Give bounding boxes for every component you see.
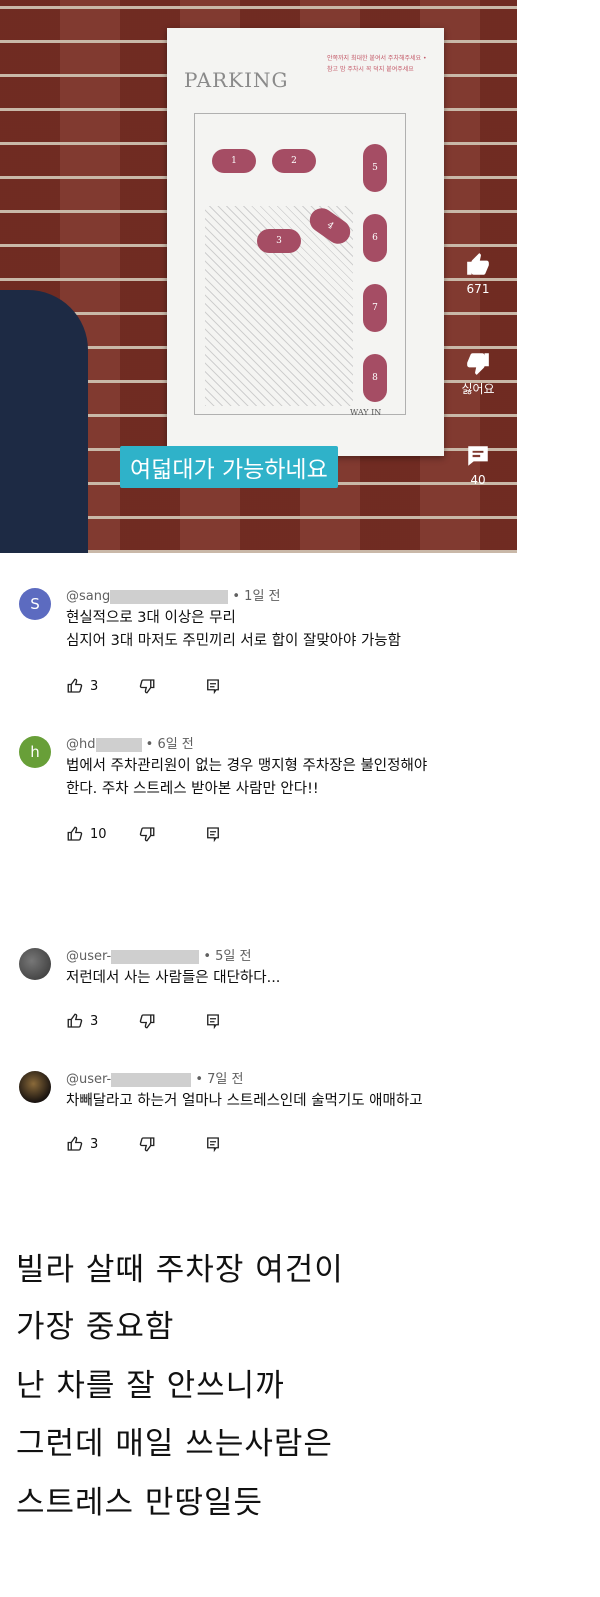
parking-car-6: 6 bbox=[363, 214, 387, 262]
like-button[interactable]: 671 bbox=[455, 252, 501, 296]
poster-title: PARKING bbox=[184, 68, 289, 92]
reply-icon bbox=[207, 827, 219, 843]
comment-text: 현실적으로 3대 이상은 무리 심지어 3대 마저도 주민끼리 서로 합이 잘맞… bbox=[66, 607, 401, 653]
thumbs-up-outline-icon bbox=[67, 1013, 83, 1028]
avatar[interactable]: h bbox=[19, 736, 51, 768]
redacted-handle bbox=[111, 1072, 192, 1087]
comment-dislike-button[interactable] bbox=[138, 677, 156, 695]
parking-car-1: 1 bbox=[212, 149, 256, 173]
post-text-line: 가장 중요함 bbox=[16, 1309, 175, 1345]
thumbs-down-outline-icon bbox=[139, 1137, 155, 1152]
comment-line: 저런데서 사는 사람들은 대단하다... bbox=[66, 970, 281, 986]
comment-dislike-button[interactable] bbox=[138, 1135, 156, 1153]
reply-icon bbox=[207, 1137, 219, 1153]
parking-car-5: 5 bbox=[363, 144, 387, 192]
post-text-line: 빌라 살때 주차장 여건이 bbox=[16, 1252, 344, 1288]
comment-reply-button[interactable] bbox=[204, 1012, 222, 1030]
comment-time: • 5일 전 bbox=[203, 949, 252, 964]
reply-icon bbox=[207, 1014, 219, 1030]
redacted-handle bbox=[95, 737, 142, 752]
avatar[interactable] bbox=[19, 948, 51, 980]
thumbs-up-outline-icon bbox=[67, 826, 83, 841]
comment-text: 차빼달라고 하는거 얼마나 스트레스인데 술먹기도 애매하고 bbox=[66, 1090, 423, 1113]
comment-like-button[interactable]: 10 bbox=[66, 825, 107, 843]
thumbs-down-outline-icon bbox=[139, 1014, 155, 1029]
parking-car-7: 7 bbox=[363, 284, 387, 332]
redacted-handle bbox=[111, 949, 200, 964]
like-count: 3 bbox=[90, 1136, 99, 1152]
thumbs-down-icon bbox=[467, 353, 489, 375]
parking-poster: PARKING 안쪽까지 최대한 붙여서 주차해주세요 •참고 밤 주차시 꼭 … bbox=[167, 28, 444, 456]
comment-time: • 1일 전 bbox=[232, 589, 281, 604]
comments-button[interactable]: 40 bbox=[455, 443, 501, 487]
comment-meta: @hd • 6일 전 bbox=[66, 733, 194, 752]
comment-reply-button[interactable] bbox=[204, 1135, 222, 1153]
dislike-label: 싫어요 bbox=[461, 382, 495, 396]
comment-meta: @user- • 5일 전 bbox=[66, 945, 251, 964]
comment-line: 심지어 3대 마저도 주민끼리 서로 합이 잘맞아야 가능함 bbox=[66, 633, 401, 649]
video-player[interactable]: PARKING 안쪽까지 최대한 붙여서 주차해주세요 •참고 밤 주차시 꼭 … bbox=[0, 0, 517, 553]
comment-dislike-button[interactable] bbox=[138, 1012, 156, 1030]
avatar[interactable] bbox=[19, 1071, 51, 1103]
parking-car-8: 8 bbox=[363, 354, 387, 402]
parking-car-2: 2 bbox=[272, 149, 316, 173]
post-text-line: 난 차를 잘 안쓰니까 bbox=[16, 1368, 285, 1404]
comment-reply-button[interactable] bbox=[204, 825, 222, 843]
thumbs-up-outline-icon bbox=[67, 678, 83, 693]
comment-text: 저런데서 사는 사람들은 대단하다... bbox=[66, 967, 280, 990]
comment-like-button[interactable]: 3 bbox=[66, 677, 98, 695]
comment-meta: @user- • 7일 전 bbox=[66, 1068, 243, 1087]
post-text-line: 스트레스 만땅일듯 bbox=[16, 1485, 264, 1521]
comment-line: 법에서 주차관리원이 없는 경우 맹지형 주차장은 불인정해야 bbox=[66, 758, 428, 774]
comment-dislike-button[interactable] bbox=[138, 825, 156, 843]
comment-time: • 7일 전 bbox=[195, 1072, 244, 1087]
comment-icon bbox=[468, 446, 488, 466]
avatar[interactable]: S bbox=[19, 588, 51, 620]
dislike-button[interactable]: 싫어요 bbox=[455, 350, 501, 397]
comment-handle[interactable]: @sang bbox=[66, 589, 110, 604]
thumbs-up-icon bbox=[467, 253, 489, 275]
post-text-line: 그런데 매일 쓰는사람은 bbox=[16, 1426, 333, 1462]
comment-line: 한다. 주차 스트레스 받아본 사람만 안다!! bbox=[66, 781, 319, 797]
thumbs-up-outline-icon bbox=[67, 1136, 83, 1151]
thumbs-down-outline-icon bbox=[139, 679, 155, 694]
reply-icon bbox=[207, 679, 219, 695]
comment-time: • 6일 전 bbox=[145, 737, 194, 752]
way-in-label: WAY IN bbox=[350, 408, 382, 417]
poster-note: 안쪽까지 최대한 붙여서 주차해주세요 •참고 밤 주차시 꼭 덕지 붙여주세요 bbox=[327, 55, 427, 73]
comment-like-button[interactable]: 3 bbox=[66, 1135, 98, 1153]
like-count: 3 bbox=[90, 1013, 99, 1029]
like-count: 3 bbox=[90, 678, 99, 694]
parking-lot-diagram: 1 2 3 4 5 6 7 8 bbox=[194, 113, 406, 415]
comment-handle[interactable]: @hd bbox=[66, 737, 96, 752]
comment-line: 현실적으로 3대 이상은 무리 bbox=[66, 610, 236, 626]
parking-car-3: 3 bbox=[257, 229, 301, 253]
comment-count: 40 bbox=[470, 473, 486, 487]
comment-meta: @sang • 1일 전 bbox=[66, 585, 281, 604]
comment-handle[interactable]: @user- bbox=[66, 1072, 111, 1087]
comment-line: 차빼달라고 하는거 얼마나 스트레스인데 술먹기도 애매하고 bbox=[66, 1093, 423, 1109]
redacted-handle bbox=[110, 589, 229, 604]
comment-like-button[interactable]: 3 bbox=[66, 1012, 98, 1030]
person-silhouette bbox=[0, 290, 88, 553]
comment-handle[interactable]: @user- bbox=[66, 949, 111, 964]
like-count: 10 bbox=[90, 826, 107, 842]
like-count: 671 bbox=[466, 282, 490, 296]
comment-reply-button[interactable] bbox=[204, 677, 222, 695]
thumbs-down-outline-icon bbox=[139, 827, 155, 842]
video-caption: 여덟대가 가능하네요 bbox=[120, 446, 338, 488]
comment-text: 법에서 주차관리원이 없는 경우 맹지형 주차장은 불인정해야 한다. 주차 스… bbox=[66, 755, 427, 801]
